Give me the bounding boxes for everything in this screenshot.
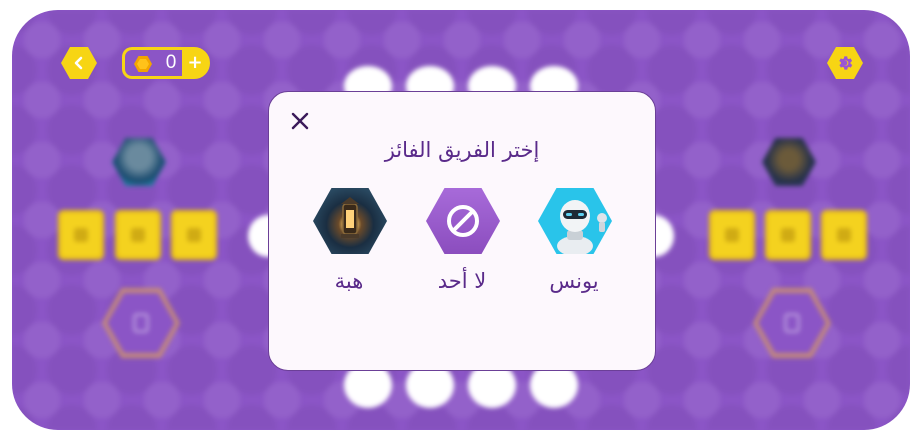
close-button[interactable]	[289, 110, 311, 132]
right-powerup-tile	[821, 210, 867, 260]
chevron-left-icon	[74, 56, 83, 70]
robot-icon	[557, 200, 607, 254]
coin-icon	[134, 56, 152, 72]
right-powerup-tile	[765, 210, 811, 260]
gear-icon	[839, 56, 853, 70]
add-coins-button[interactable]: +	[182, 49, 208, 77]
left-powerup-tile	[115, 210, 161, 260]
left-powerup-tile	[171, 210, 217, 260]
no-winner-hex	[426, 188, 500, 254]
coin-count: 0	[165, 52, 177, 73]
no-entry-icon	[447, 205, 479, 237]
left-powerup-tile	[58, 210, 104, 260]
lantern-avatar	[313, 188, 387, 254]
team-option-younes[interactable]: يونس	[524, 188, 624, 308]
team-name-hiba: هبة	[334, 269, 364, 293]
team-name-younes: يونس	[549, 269, 599, 293]
team-option-hiba[interactable]: هبة	[299, 188, 399, 308]
dialog-title: إختر الفريق الفائز	[384, 138, 540, 162]
close-icon	[291, 112, 309, 130]
right-powerup-tile	[709, 210, 755, 260]
team-option-none[interactable]: لا أحد	[412, 188, 512, 308]
winner-dialog: إختر الفريق الفائز هبة لا أحد يونس	[268, 91, 656, 371]
robot-avatar	[538, 188, 612, 254]
lantern-icon	[341, 197, 359, 238]
no-winner-label: لا أحد	[437, 269, 487, 293]
coin-counter: 0 +	[122, 47, 210, 79]
